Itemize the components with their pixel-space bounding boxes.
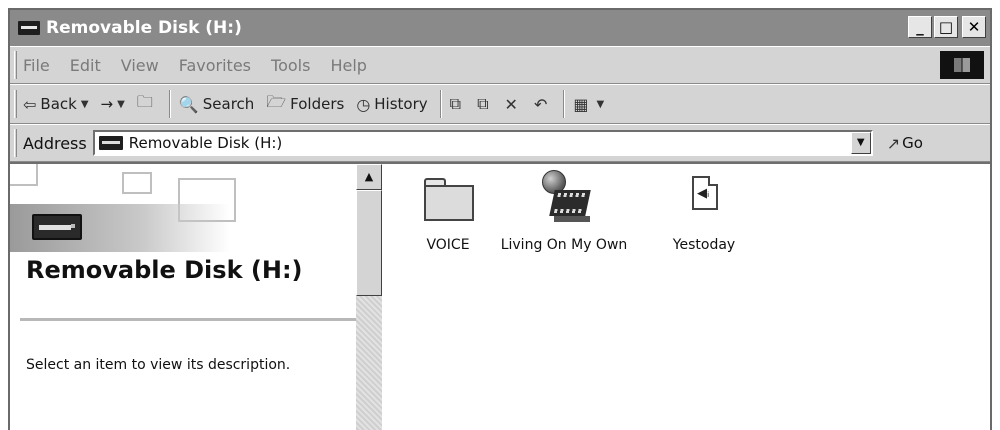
folders-icon: 🗁 [266, 91, 287, 111]
forward-button[interactable]: → ▼ [101, 95, 125, 113]
menu-view[interactable]: View [121, 56, 159, 75]
minimize-button[interactable]: _ [908, 16, 932, 38]
chevron-down-icon[interactable]: ▼ [596, 99, 604, 110]
drive-icon [98, 136, 123, 150]
back-arrow-icon: ⇦ [23, 94, 37, 114]
toolbar-grip[interactable] [14, 129, 17, 157]
explorer-window: Removable Disk (H:) _ □ ✕ File Edit View… [8, 8, 992, 430]
sound-file-icon[interactable]: ◀ᵢ [680, 170, 728, 230]
web-view-pane: Removable Disk (H:) Select an item to vi… [10, 164, 356, 430]
chevron-down-icon[interactable]: ▼ [81, 99, 89, 110]
file-list: VOICE Living On My Own ◀ᵢ Yestoday [382, 164, 990, 430]
go-arrow-icon: ↗ [886, 133, 901, 153]
menu-favorites[interactable]: Favorites [179, 56, 251, 75]
move-to-button[interactable]: ⧉ [450, 94, 465, 114]
content-area: Removable Disk (H:) Select an item to vi… [10, 162, 990, 430]
menu-file[interactable]: File [23, 56, 50, 75]
delete-button[interactable]: ✕ [505, 95, 522, 114]
pane-divider [20, 318, 356, 321]
drive-icon [18, 21, 40, 35]
up-folder-button[interactable]: 🗀 [137, 91, 157, 118]
media-file-icon[interactable] [532, 170, 596, 230]
window-controls: _ □ ✕ [908, 16, 986, 38]
file-item-living-on-my-own[interactable]: Living On My Own [494, 170, 634, 254]
decorative-square [10, 164, 38, 186]
menu-edit[interactable]: Edit [70, 56, 101, 75]
go-label: Go [902, 134, 923, 152]
address-dropdown-button[interactable]: ▼ [850, 132, 871, 154]
folders-label: Folders [290, 95, 345, 113]
views-icon: ▦ [573, 94, 589, 114]
pane-description: Select an item to view its description. [26, 357, 291, 373]
address-value[interactable]: Removable Disk (H:) [129, 134, 283, 152]
undo-icon: ↶ [533, 94, 548, 114]
up-folder-icon: 🗀 [136, 91, 153, 111]
file-name: Living On My Own [500, 237, 628, 253]
toolbar-grip[interactable] [14, 90, 17, 118]
address-bar: Address Removable Disk (H:) ▼ ↗ Go [10, 124, 990, 162]
toolbar-separator [439, 90, 442, 118]
history-icon: ◷ [356, 94, 371, 114]
go-button[interactable]: ↗ Go [887, 134, 923, 153]
close-button[interactable]: ✕ [962, 16, 986, 38]
back-button[interactable]: ⇦ Back ▼ [23, 95, 89, 114]
history-button[interactable]: ◷ History [356, 95, 427, 114]
maximize-button[interactable]: □ [934, 16, 958, 38]
address-label: Address [23, 133, 87, 153]
forward-arrow-icon: → [100, 95, 114, 113]
menu-bar: File Edit View Favorites Tools Help [10, 46, 990, 84]
folders-button[interactable]: 🗁 Folders [266, 91, 344, 118]
folder-icon[interactable] [420, 170, 476, 230]
toolbar-grip[interactable] [14, 51, 17, 79]
toolbar-separator [563, 90, 566, 118]
address-input[interactable]: Removable Disk (H:) ▼ [92, 130, 873, 156]
removable-drive-icon [32, 214, 82, 240]
search-label: Search [202, 95, 255, 113]
back-label: Back [40, 95, 77, 113]
history-label: History [374, 95, 428, 113]
search-icon: 🔍 [178, 94, 199, 114]
window-title: Removable Disk (H:) [46, 18, 242, 38]
menu-help[interactable]: Help [330, 56, 366, 75]
menu-tools[interactable]: Tools [271, 56, 310, 75]
toolbar-separator [168, 90, 171, 118]
pane-title: Removable Disk (H:) [26, 256, 303, 284]
decorative-square [122, 172, 152, 194]
file-name: Yestoday [672, 237, 736, 253]
move-to-icon: ⧉ [449, 94, 462, 113]
undo-button[interactable]: ↶ [534, 95, 551, 114]
standard-toolbar: ⇦ Back ▼ → ▼ 🗀 🔍 Search 🗁 Folders ◷ Hist… [10, 84, 990, 124]
chevron-down-icon[interactable]: ▼ [117, 99, 125, 110]
search-button[interactable]: 🔍 Search [179, 95, 254, 114]
windows-logo-icon [940, 51, 984, 79]
views-button[interactable]: ▦ ▼ [573, 95, 604, 114]
title-bar[interactable]: Removable Disk (H:) _ □ ✕ [10, 10, 990, 46]
copy-to-icon: ⧉ [477, 94, 489, 113]
delete-x-icon: ✕ [504, 94, 518, 114]
file-item-yestoday[interactable]: ◀ᵢ Yestoday [634, 170, 774, 254]
copy-to-button[interactable]: ⧉ [477, 94, 492, 114]
